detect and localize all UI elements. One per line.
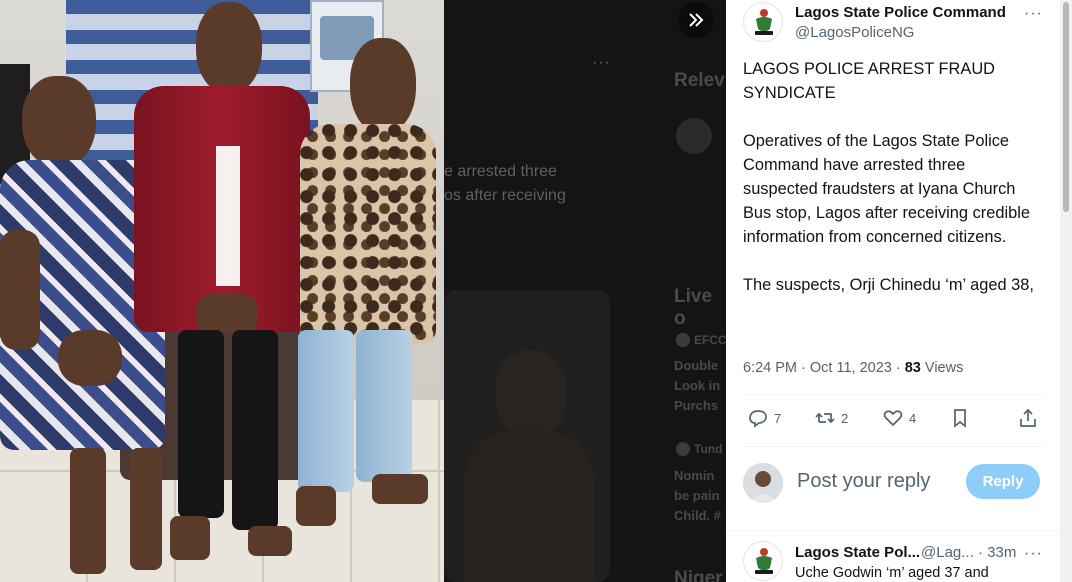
reply-separator — [726, 530, 1060, 531]
backdrop-trend-source: Tund — [694, 442, 723, 456]
share-icon — [1020, 408, 1036, 427]
collapse-panel-button[interactable] — [678, 2, 714, 38]
retweet-count: 2 — [841, 410, 849, 426]
backdrop-trend-line: Nomin — [674, 468, 715, 483]
retweet-action[interactable]: 2 — [815, 408, 848, 428]
backdrop-tweet-text: e arrested three os after receiving — [444, 160, 566, 208]
reply-time[interactable]: · 33m — [978, 544, 1016, 561]
heart-icon — [883, 410, 903, 427]
tweet-timestamp[interactable]: 6:24 PM · Oct 11, 2023 · — [743, 360, 905, 376]
actions-divider — [743, 446, 1043, 447]
author-handle[interactable]: @LagosPoliceNG — [795, 24, 914, 41]
backdrop-trend-line: Double — [674, 358, 719, 373]
backdrop-source-icon — [676, 333, 690, 347]
user-photo-icon — [743, 463, 783, 503]
bookmark-icon — [954, 409, 966, 428]
backdrop-text-line: e arrested three — [444, 163, 557, 180]
backdrop-heading-relevant: Relev — [674, 70, 725, 91]
backdrop-avatar — [676, 118, 712, 154]
reply-button[interactable]: Reply — [966, 464, 1040, 499]
backdrop-more-icon: ··· — [592, 54, 611, 71]
backdrop-trend-line: Look in — [674, 378, 721, 393]
reply-author-avatar[interactable] — [743, 541, 783, 581]
tweet-actions: 7 2 4 — [743, 408, 1043, 434]
bookmark-action[interactable] — [950, 408, 970, 428]
backdrop-text-line: os after receiving — [444, 187, 566, 204]
backdrop-trend-line: Child. # — [674, 508, 721, 523]
backdrop-heading-nigeria: Niger — [674, 568, 723, 582]
backdrop-trend-source: EFCC — [694, 333, 726, 347]
chevrons-right-icon — [689, 13, 704, 27]
reply-author-name[interactable]: Lagos State Pol... — [795, 544, 920, 561]
tweet-meta: 6:24 PM · Oct 11, 2023 · 83 Views — [743, 360, 963, 376]
more-options-icon[interactable]: ··· — [1024, 6, 1043, 22]
reply-body: Uche Godwin ‘m’ aged 37 and — [795, 565, 989, 581]
panel-scrollbar[interactable] — [1060, 0, 1072, 582]
backdrop-media — [444, 290, 610, 582]
reply-input[interactable]: Post your reply — [797, 470, 930, 493]
like-count: 4 — [909, 410, 917, 426]
reply-more-options-icon[interactable]: ··· — [1024, 546, 1043, 562]
current-user-avatar[interactable] — [743, 463, 783, 503]
like-action[interactable]: 4 — [883, 408, 916, 428]
author-name[interactable]: Lagos State Police Command — [795, 4, 1006, 21]
reply-icon — [749, 410, 767, 428]
police-crest-icon — [755, 9, 773, 35]
backdrop-heading-live: Live o — [674, 286, 713, 329]
reply-count: 7 — [774, 410, 782, 426]
scrollbar-thumb[interactable] — [1063, 2, 1069, 212]
author-avatar[interactable] — [743, 2, 783, 42]
tweet-body: LAGOS POLICE ARREST FRAUD SYNDICATE Oper… — [743, 60, 1034, 294]
reply-author-handle[interactable]: @Lag... — [921, 544, 974, 561]
meta-divider — [743, 394, 1043, 395]
views-label: Views — [920, 360, 964, 376]
views-count: 83 — [904, 360, 921, 376]
backdrop-trend-line: be pain — [674, 488, 720, 503]
retweet-icon — [815, 412, 835, 424]
backdrop-source-icon — [676, 442, 690, 456]
share-action[interactable] — [1018, 408, 1038, 428]
suspects-photo[interactable] — [0, 0, 444, 582]
reply-action[interactable]: 7 — [748, 408, 781, 428]
backdrop-trend-line: Purchs — [674, 398, 719, 413]
police-crest-icon — [755, 548, 773, 574]
